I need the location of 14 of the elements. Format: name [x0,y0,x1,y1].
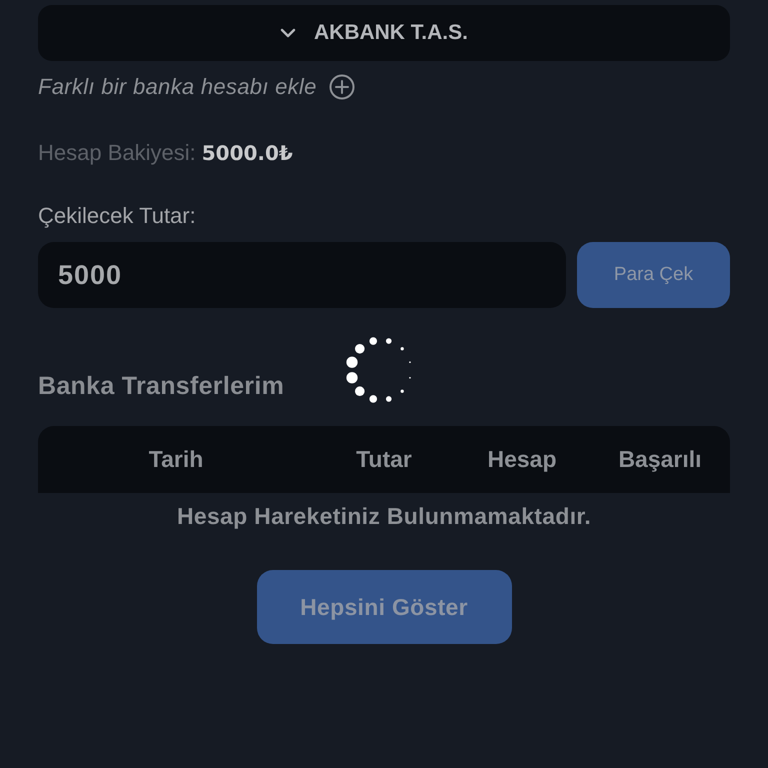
empty-message: Hesap Hareketiniz Bulunmamaktadır. [176,502,592,531]
column-header: Başarılı [618,445,702,474]
plus-circle-icon[interactable] [328,74,355,100]
column-header: Tutar [356,445,412,474]
balance-value: 5000.0₺ [202,140,293,167]
bank-dropdown[interactable]: AKBANK T.A.S. [38,5,730,61]
section-title: Banka Transferlerim [38,371,284,402]
column-header: Hesap [487,445,557,474]
bank-name: AKBANK T.A.S. [314,20,468,46]
amount-input[interactable]: 5000 [38,242,566,308]
amount-label: Çekilecek Tutar: [38,202,196,230]
column-header: Tarih [148,445,204,474]
balance-label: Hesap Bakiyesi: [38,139,196,167]
add-bank-account-link[interactable]: Farklı bir banka hesabı ekle [38,70,317,103]
